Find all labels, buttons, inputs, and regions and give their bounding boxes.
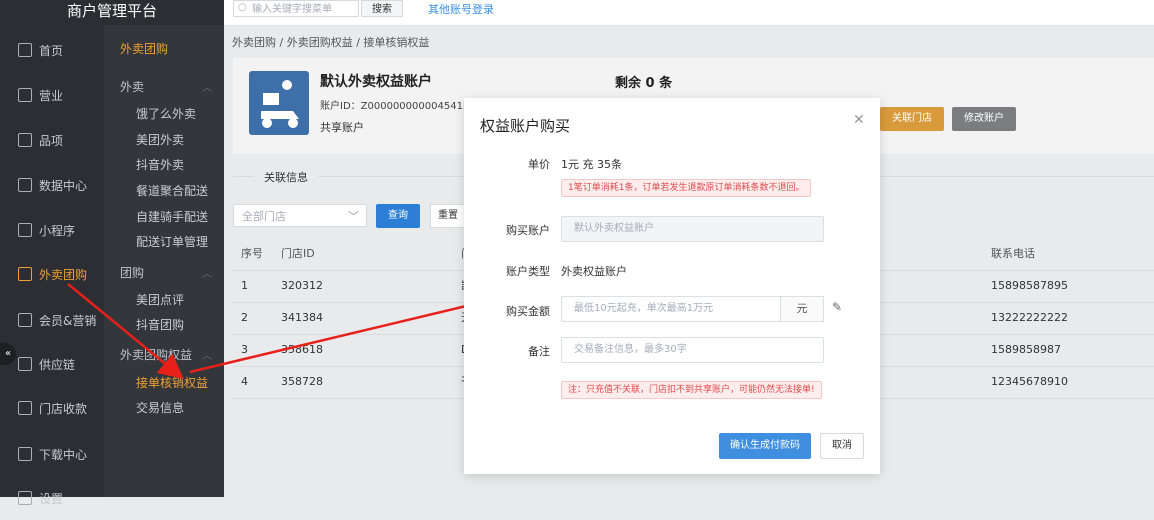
cancel-button[interactable]: 取消 [820, 433, 864, 459]
account-label: 购买账户 [506, 224, 550, 237]
account-type-label: 账户类型 [506, 265, 550, 278]
modal-title: 权益账户购买 [480, 117, 571, 135]
note-label: 备注 [528, 345, 550, 358]
annotation-arrow [67, 283, 184, 380]
purchase-modal [464, 98, 880, 474]
purchase-amount-input[interactable]: 最低10元起充，单次最高1万元 [561, 296, 781, 322]
account-type-value: 外卖权益账户 [561, 265, 627, 278]
note-input[interactable]: 交易备注信息，最多30字 [561, 337, 824, 363]
price-warning: 1笔订单消耗1条，订单若发生退款原订单消耗条数不退回。 [561, 179, 812, 197]
bottom-warning: 注：只充值不关联，门店扣不到共享账户，可能仍然无法接单! [561, 381, 822, 399]
amount-label: 购买金额 [506, 305, 550, 318]
price-value: 1元 充 35条 [561, 158, 622, 171]
confirm-generate-payment-code-button[interactable]: 确认生成付款码 [719, 433, 811, 459]
annotation-arrow [189, 288, 513, 374]
edit-pencil-icon[interactable]: ✎ [832, 300, 842, 314]
purchase-account-field: 默认外卖权益账户 [561, 216, 824, 242]
price-label: 单价 [528, 158, 550, 171]
close-icon[interactable]: ✕ [853, 112, 865, 128]
amount-unit: 元 [780, 296, 824, 322]
